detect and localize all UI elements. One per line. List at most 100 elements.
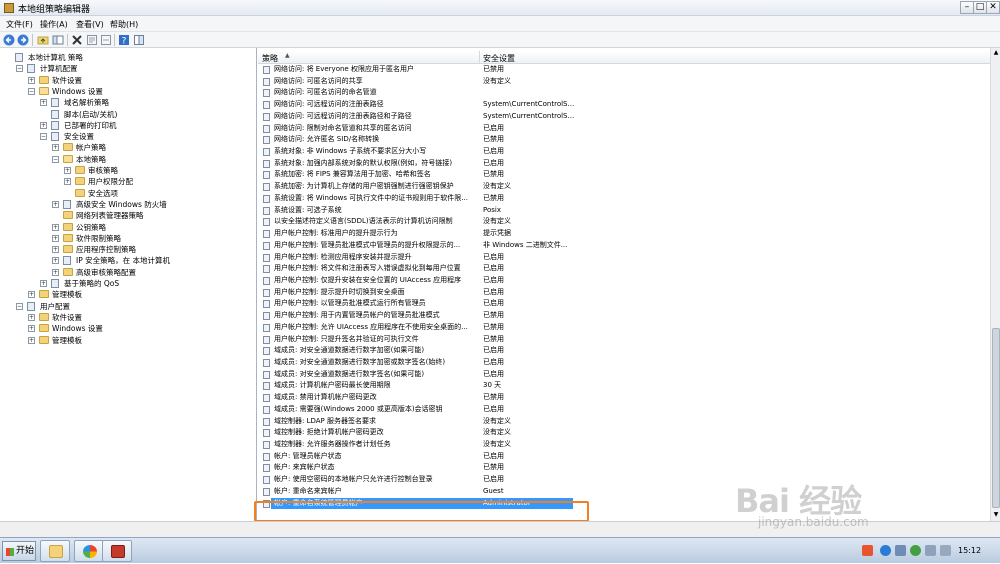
menu-file[interactable]: 文件(F) bbox=[6, 19, 33, 30]
qq-icon[interactable] bbox=[880, 545, 891, 556]
expand-icon[interactable]: + bbox=[28, 325, 35, 333]
expand-icon[interactable]: + bbox=[52, 234, 59, 242]
taskbar-group-policy-editor[interactable] bbox=[102, 540, 132, 562]
table-row[interactable]: 用户帐户控制: 检测应用程序安装并提示提升 已启用 bbox=[258, 252, 990, 264]
export-list-icon[interactable] bbox=[100, 34, 112, 46]
table-row[interactable]: 域控制器: 允许服务器操作者计划任务 没有定义 bbox=[258, 439, 990, 451]
expand-icon[interactable]: + bbox=[40, 121, 47, 129]
table-row[interactable]: 帐户: 重命名来宾帐户 Guest bbox=[258, 486, 990, 498]
collapse-icon[interactable]: − bbox=[16, 65, 23, 73]
tree-node-label: 本地计算机 策略 bbox=[28, 53, 83, 62]
table-row[interactable]: 系统设置: 可选子系统 Posix bbox=[258, 205, 990, 217]
menu-action[interactable]: 操作(A) bbox=[40, 19, 68, 30]
back-arrow-icon[interactable] bbox=[3, 34, 15, 46]
column-divider[interactable] bbox=[479, 51, 480, 64]
volume-icon[interactable] bbox=[940, 545, 951, 556]
collapse-icon[interactable]: − bbox=[40, 133, 47, 141]
help-icon[interactable]: ? bbox=[118, 34, 130, 46]
table-row[interactable]: 用户帐户控制: 用于内置管理员帐户的管理员批准模式 已禁用 bbox=[258, 310, 990, 322]
table-row[interactable]: 网络访问: 限制对命名管道和共享的匿名访问 已启用 bbox=[258, 123, 990, 135]
action-center-icon[interactable] bbox=[925, 545, 936, 556]
menu-view[interactable]: 查看(V) bbox=[76, 19, 104, 30]
expand-icon[interactable]: + bbox=[28, 313, 35, 321]
tree-node-label: 管理模板 bbox=[52, 335, 82, 345]
forward-arrow-icon[interactable] bbox=[17, 34, 29, 46]
maximize-button[interactable]: □ bbox=[973, 1, 987, 14]
table-row[interactable]: 域成员: 对安全通道数据进行数字签名(如果可能) 已启用 bbox=[258, 369, 990, 381]
expand-icon[interactable]: + bbox=[52, 246, 59, 254]
table-row[interactable]: 系统加密: 将 FIPS 兼容算法用于加密、哈希和签名 已禁用 bbox=[258, 169, 990, 181]
expand-icon[interactable]: + bbox=[40, 99, 47, 107]
sogou-input-icon[interactable] bbox=[862, 545, 873, 556]
table-row[interactable]: 用户帐户控制: 管理员批准模式中管理员的提升权限提示的... 非 Windows … bbox=[258, 240, 990, 252]
table-row[interactable]: 用户帐户控制: 允许 UIAccess 应用程序在不使用安全桌面的... 已禁用 bbox=[258, 322, 990, 334]
security-setting-value: 没有定义 bbox=[483, 217, 511, 226]
scroll-down-icon[interactable]: ▼ bbox=[992, 511, 1000, 519]
table-row[interactable]: 域成员: 对安全通道数据进行数字加密(如果可能) 已启用 bbox=[258, 345, 990, 357]
delete-icon[interactable] bbox=[71, 34, 83, 46]
expand-icon[interactable]: + bbox=[28, 76, 35, 84]
table-row[interactable]: 用户帐户控制: 只提升签名并验证的可执行文件 已禁用 bbox=[258, 334, 990, 346]
menu-help[interactable]: 帮助(H) bbox=[110, 19, 138, 30]
tree-node-label: 应用程序控制策略 bbox=[76, 245, 136, 255]
close-button[interactable]: ✕ bbox=[986, 1, 1000, 14]
collapse-icon[interactable]: − bbox=[52, 155, 59, 163]
table-row[interactable]: 系统加密: 为计算机上存储的用户密钥强制进行强密钥保护 没有定义 bbox=[258, 181, 990, 193]
table-row[interactable]: 用户帐户控制: 以管理员批准模式运行所有管理员 已启用 bbox=[258, 298, 990, 310]
table-row[interactable]: 网络访问: 可远程访问的注册表路径和子路径 System\CurrentContr… bbox=[258, 111, 990, 123]
expand-icon[interactable]: + bbox=[28, 336, 35, 344]
scroll-up-icon[interactable]: ▲ bbox=[992, 49, 1000, 57]
table-row[interactable]: 帐户: 管理员帐户状态 已启用 bbox=[258, 451, 990, 463]
table-row[interactable]: 帐户: 来宾帐户状态 已禁用 bbox=[258, 462, 990, 474]
policy-node-icon bbox=[63, 199, 71, 209]
expand-icon[interactable]: + bbox=[52, 200, 59, 208]
table-row[interactable]: 系统设置: 将 Windows 可执行文件中的证书规则用于软件限... 已禁用 bbox=[258, 193, 990, 205]
expand-icon[interactable]: + bbox=[28, 291, 35, 299]
table-row[interactable]: 网络访问: 允许匿名 SID/名称转换 已禁用 bbox=[258, 134, 990, 146]
scrollbar-thumb[interactable] bbox=[992, 328, 1000, 508]
expand-icon[interactable]: + bbox=[64, 167, 71, 174]
table-row[interactable]: 域成员: 计算机帐户密码最长使用期限 30 天 bbox=[258, 380, 990, 392]
expand-icon[interactable]: + bbox=[64, 178, 71, 186]
table-row[interactable]: 域成员: 禁用计算机帐户密码更改 已禁用 bbox=[258, 392, 990, 404]
expand-icon[interactable]: + bbox=[52, 144, 59, 152]
start-button[interactable]: 开始 bbox=[2, 541, 36, 561]
show-pane-icon[interactable] bbox=[133, 34, 145, 46]
table-row[interactable]: 用户帐户控制: 将文件和注册表写入错误虚拟化到每用户位置 已启用 bbox=[258, 263, 990, 275]
table-row[interactable]: 帐户: 使用空密码的本地帐户只允许进行控制台登录 已启用 bbox=[258, 474, 990, 486]
table-row[interactable]: 网络访问: 可匿名访问的共享 没有定义 bbox=[258, 76, 990, 88]
up-folder-icon[interactable] bbox=[37, 34, 49, 46]
table-row[interactable]: 域控制器: 拒绝计算机帐户密码更改 没有定义 bbox=[258, 427, 990, 439]
policy-icon bbox=[263, 230, 270, 239]
expand-icon[interactable]: + bbox=[52, 257, 59, 265]
minimize-button[interactable]: – bbox=[960, 1, 974, 14]
network-icon[interactable] bbox=[895, 545, 906, 556]
table-row[interactable]: 用户帐户控制: 标准用户的提升提示行为 提示凭据 bbox=[258, 228, 990, 240]
vertical-scrollbar[interactable]: ▲ ▼ bbox=[990, 48, 1000, 521]
taskbar-clock[interactable]: 15:12 bbox=[958, 546, 981, 555]
table-row[interactable]: 域成员: 需要强(Windows 2000 或更高版本)会话密钥 已启用 bbox=[258, 404, 990, 416]
table-row[interactable]: 域控制器: LDAP 服务器签名要求 没有定义 bbox=[258, 416, 990, 428]
show-hide-tree-icon[interactable] bbox=[52, 34, 64, 46]
expand-icon[interactable]: + bbox=[40, 280, 47, 287]
column-header-policy[interactable]: 策略 bbox=[262, 53, 278, 64]
table-row[interactable]: 网络访问: 将 Everyone 权限应用于匿名用户 已禁用 bbox=[258, 64, 990, 76]
properties-icon[interactable] bbox=[86, 34, 98, 46]
collapse-icon[interactable]: − bbox=[16, 302, 23, 310]
security-shield-icon[interactable] bbox=[910, 545, 921, 556]
table-row[interactable]: 网络访问: 可远程访问的注册表路径 System\CurrentControlS.… bbox=[258, 99, 990, 111]
collapse-icon[interactable]: − bbox=[28, 87, 35, 95]
expand-icon[interactable]: + bbox=[52, 268, 59, 276]
table-row[interactable]: 用户帐户控制: 提示提升时切换到安全桌面 已启用 bbox=[258, 287, 990, 299]
expand-icon[interactable]: + bbox=[52, 223, 59, 231]
column-header-security-setting[interactable]: 安全设置 bbox=[483, 53, 515, 64]
policy-icon bbox=[263, 347, 270, 356]
table-row[interactable]: 用户帐户控制: 仅提升安装在安全位置的 UIAccess 应用程序 已启用 bbox=[258, 275, 990, 287]
table-row[interactable]: 以安全描述符定义语言(SDDL)语法表示的计算机访问限制 没有定义 bbox=[258, 216, 990, 228]
taskbar-browser[interactable] bbox=[74, 540, 104, 562]
table-row[interactable]: 系统对象: 非 Windows 子系统不要求区分大小写 已启用 bbox=[258, 146, 990, 158]
table-row[interactable]: 网络访问: 可匿名访问的命名管道 bbox=[258, 87, 990, 99]
table-row[interactable]: 域成员: 对安全通道数据进行数字加密或数字签名(始终) 已启用 bbox=[258, 357, 990, 369]
table-row[interactable]: 系统对象: 加强内部系统对象的默认权限(例如，符号链接) 已启用 bbox=[258, 158, 990, 170]
taskbar-explorer[interactable] bbox=[40, 540, 70, 562]
